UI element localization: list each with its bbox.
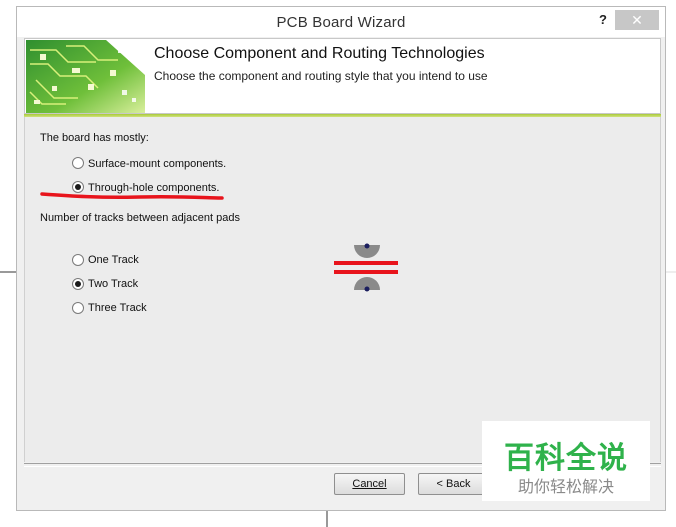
watermark-main-text: 百科全说 — [504, 441, 628, 476]
three-track-radio[interactable] — [72, 302, 84, 314]
wizard-header: Choose Component and Routing Technologie… — [24, 38, 661, 114]
watermark-logo: 百科全说 助你轻松解决 — [482, 421, 650, 501]
surface-mount-label[interactable]: Surface-mount components. — [88, 158, 226, 170]
track-preview-graphic — [334, 243, 398, 292]
one-track-label[interactable]: One Track — [88, 254, 139, 266]
page-title: Choose Component and Routing Technologie… — [154, 45, 485, 62]
three-track-label[interactable]: Three Track — [88, 302, 147, 314]
tracks-group-label: Number of tracks between adjacent pads — [40, 212, 240, 224]
back-button[interactable]: < Back — [418, 473, 489, 495]
cancel-button[interactable]: Cancel — [334, 473, 405, 495]
title-bar[interactable]: PCB Board Wizard ? ✕ — [17, 7, 665, 37]
red-annotation-underline — [40, 192, 224, 200]
surface-mount-radio[interactable] — [72, 157, 84, 169]
two-track-label[interactable]: Two Track — [88, 278, 138, 290]
cancel-label: Cancel — [352, 478, 387, 490]
two-track-radio[interactable] — [72, 278, 84, 290]
page-subtitle: Choose the component and routing style t… — [154, 69, 488, 83]
window-title: PCB Board Wizard — [276, 14, 406, 31]
pcb-banner-image — [26, 40, 145, 113]
one-track-radio[interactable] — [72, 254, 84, 266]
close-button[interactable]: ✕ — [615, 10, 659, 30]
back-label: < Back — [436, 478, 471, 490]
help-button[interactable]: ? — [593, 11, 613, 29]
component-group-label: The board has mostly: — [40, 132, 149, 144]
watermark-sub-text: 助你轻松解决 — [517, 477, 614, 496]
